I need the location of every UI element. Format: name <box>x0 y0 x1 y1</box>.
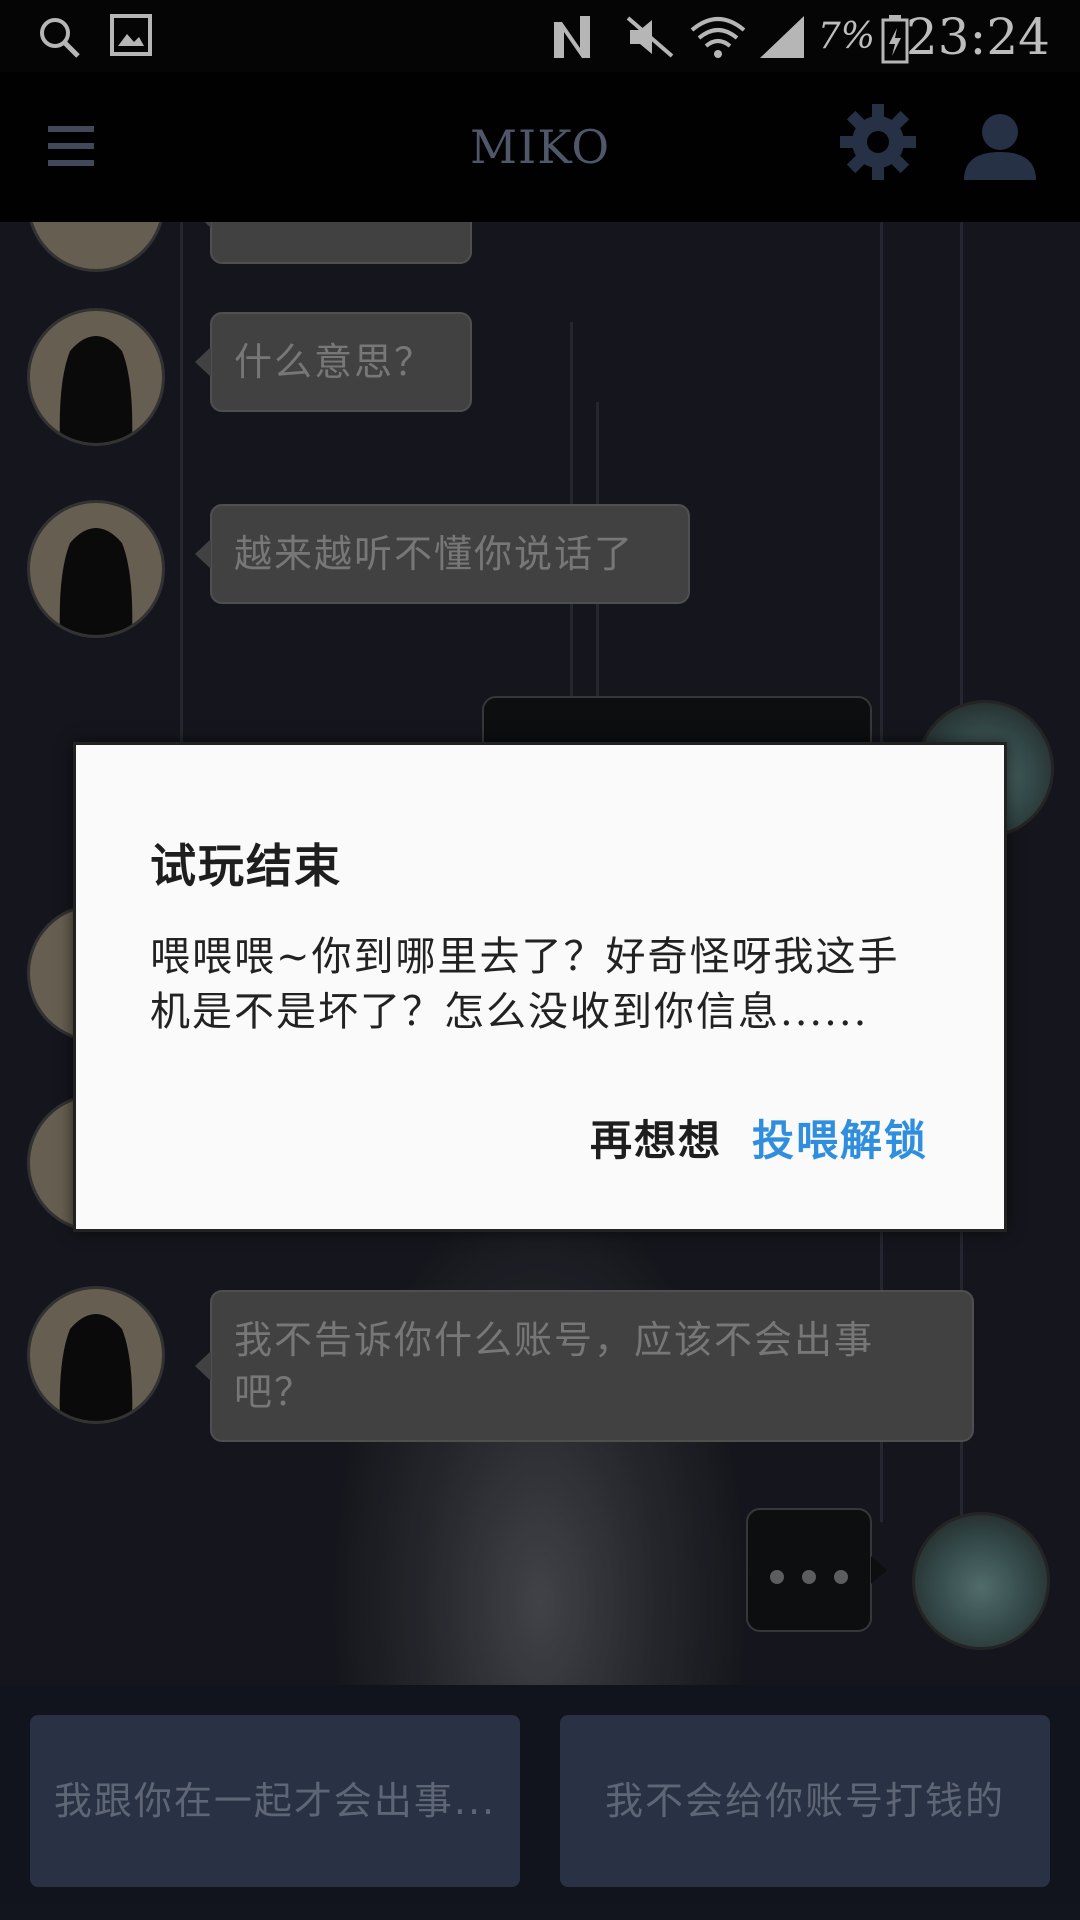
dialog-title: 试玩结束 <box>150 839 342 893</box>
unlock-button[interactable]: 投喂解锁 <box>752 1107 928 1168</box>
dialog-message: 喂喂喂~你到哪里去了？好奇怪呀我这手机是不是坏了？怎么没收到你信息...... <box>150 934 900 1035</box>
trial-ended-dialog: 试玩结束 喂喂喂~你到哪里去了？好奇怪呀我这手机是不是坏了？怎么没收到你信息..… <box>73 742 1007 1232</box>
rethink-button[interactable]: 再想想 <box>590 1107 722 1168</box>
